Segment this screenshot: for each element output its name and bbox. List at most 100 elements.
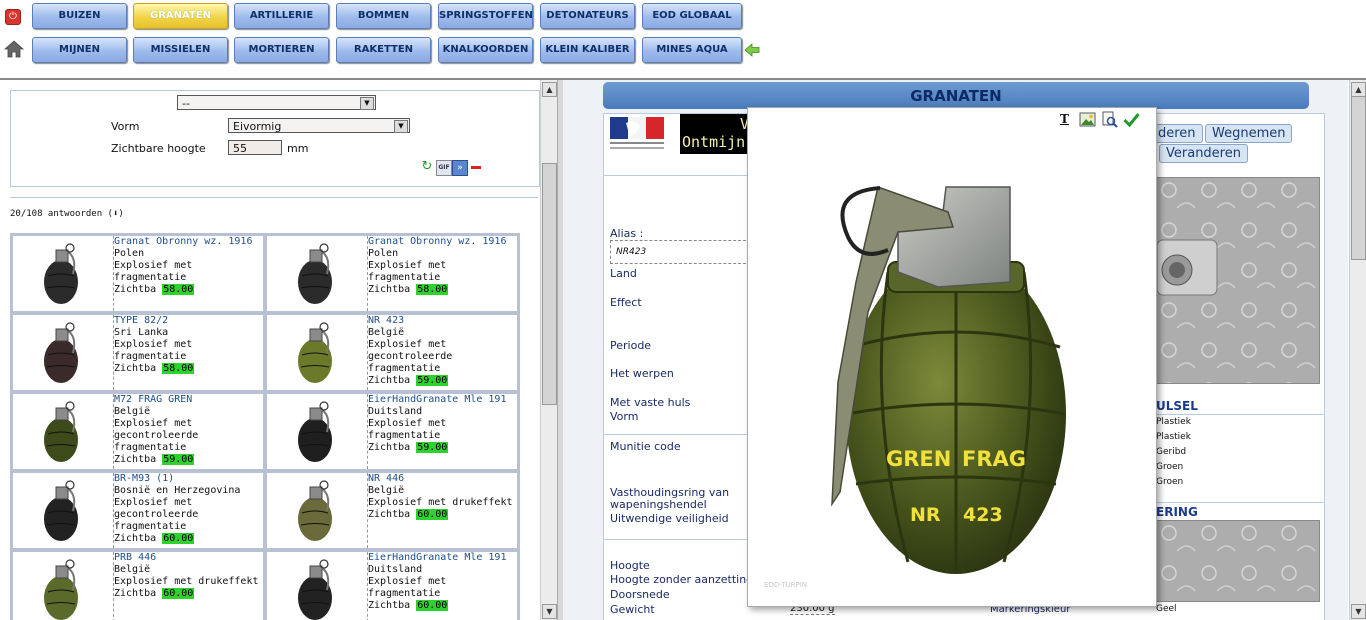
result-card[interactable]: TYPE 82/2 Sri Lanka Explosief met fragmenta… — [10, 312, 266, 393]
grenade-effect-line2: gecontroleerde — [368, 351, 453, 362]
detail-label: Doorsnede — [610, 588, 670, 601]
height-value: 58.00 — [162, 363, 195, 374]
grenade-thumbnail[interactable] — [269, 317, 365, 387]
detail-label: Uitwendige veiligheid — [610, 512, 729, 525]
grenade-thumbnail[interactable] — [269, 238, 365, 308]
grenade-height: Zichtba 58.00 — [114, 284, 263, 296]
nav-button-detonateurs[interactable]: DETONATEURS — [540, 3, 635, 29]
right-scrollbar[interactable]: ▲ ▼ — [1349, 80, 1366, 620]
grenade-thumbnail[interactable] — [269, 396, 365, 466]
category-select-value: -- — [182, 97, 190, 110]
chevron-down-icon: ▼ — [394, 120, 408, 133]
height-value: 60.00 — [162, 588, 195, 599]
grenade-name-link[interactable]: EierHandGranate Mle 191 — [368, 552, 517, 564]
nav-button-buizen[interactable]: BUIZEN — [32, 3, 127, 29]
remove-button[interactable]: Wegnemen — [1205, 124, 1293, 143]
nav-button-eod-globaal[interactable]: EOD GLOBAAL — [642, 3, 742, 29]
nav-button-springstoffen[interactable]: SPRINGSTOFFEN — [438, 3, 533, 29]
result-card[interactable]: Granat Obronny wz. 1916 Polen Explosief me… — [264, 233, 520, 314]
nav-button-bommen[interactable]: BOMMEN — [336, 3, 431, 29]
grenade-height: Zichtba 60.00 — [114, 533, 263, 545]
scroll-thumb[interactable] — [1351, 96, 1366, 260]
card-text: PRB 446 België Explosief met drukeffekt Zic… — [114, 552, 263, 600]
zichtbare-hoogte-input[interactable]: 55 — [228, 140, 282, 155]
detail-label: Hoogte zonder aanzetting — [610, 573, 754, 586]
card-text: EierHandGranate Mle 191 Duitsland Explosie… — [368, 552, 517, 612]
nav-button-mijnen[interactable]: MIJNEN — [32, 37, 127, 63]
grenade-name-link[interactable]: Granat Obronny wz. 1916 — [114, 236, 263, 248]
grenade-name-link[interactable]: EierHandGranate Mle 191 — [368, 394, 517, 406]
scroll-up-icon[interactable]: ▲ — [542, 82, 557, 97]
grenade-effect-line3: fragmentatie — [114, 442, 187, 453]
scroll-thumb[interactable] — [542, 163, 557, 405]
nav-button-knalkoorden[interactable]: KNALKOORDEN — [438, 37, 533, 63]
grenade-country: Sri Lanka — [114, 327, 169, 338]
grenade-name-link[interactable]: TYPE 82/2 — [114, 315, 263, 327]
alias-value: NR423 — [616, 247, 647, 257]
grenade-name-link[interactable]: NR 446 — [368, 473, 517, 485]
filter-panel: -- ▼ Vorm Eivormig ▼ Zichtbare hoogte 55… — [10, 90, 540, 187]
result-card[interactable]: EierHandGranate Mle 191 Duitsland Explosie… — [264, 391, 520, 472]
grenade-thumbnail[interactable] — [15, 554, 111, 620]
filter-divider — [10, 197, 538, 198]
result-card[interactable]: Granat Obronny wz. 1916 Polen Explosief me… — [10, 233, 266, 314]
grenade-height: Zichtba 59.00 — [368, 442, 517, 454]
image-icon[interactable] — [1079, 111, 1096, 128]
category-select[interactable]: -- ▼ — [177, 95, 376, 110]
grenade-name-link[interactable]: PRB 446 — [114, 552, 263, 564]
grenade-name-link[interactable]: NR 423 — [368, 315, 517, 327]
detail-label: wapeningshendel — [610, 498, 707, 511]
gif-export-icon[interactable]: GIF — [436, 160, 452, 176]
left-scrollbar[interactable]: ▲ ▼ — [540, 80, 557, 620]
grenade-height: Zichtba 59.00 — [368, 375, 517, 387]
vorm-select[interactable]: Eivormig ▼ — [228, 118, 410, 133]
grenade-thumbnail[interactable] — [15, 238, 111, 308]
grenade-name-link[interactable]: Granat Obronny wz. 1916 — [368, 236, 517, 248]
refresh-icon[interactable]: ↻ — [420, 160, 434, 174]
text-icon[interactable]: T — [1056, 111, 1073, 128]
nav-button-granaten[interactable]: GRANATEN — [133, 3, 228, 29]
scroll-down-icon[interactable]: ▼ — [1351, 604, 1366, 619]
grenade-thumbnail[interactable] — [269, 554, 365, 620]
result-card[interactable]: PRB 446 België Explosief met drukeffekt Zic… — [10, 549, 266, 620]
nav-button-raketten[interactable]: RAKETTEN — [336, 37, 431, 63]
result-card[interactable]: M72 FRAG GREN België Explosief met gecontro… — [10, 391, 266, 472]
detail-divider — [604, 539, 754, 540]
grenade-thumbnail[interactable] — [15, 317, 111, 387]
grenade-thumbnail[interactable] — [15, 475, 111, 545]
grenade-height: Zichtba 60.00 — [368, 600, 517, 612]
minus-icon[interactable] — [471, 166, 481, 169]
print-preview-icon[interactable] — [1101, 111, 1118, 128]
grenade-effect: Explosief met — [368, 339, 447, 350]
nav-button-missielen[interactable]: MISSIELEN — [133, 37, 228, 63]
forward-icon[interactable]: » — [452, 160, 468, 176]
scroll-up-icon[interactable]: ▲ — [1351, 82, 1366, 97]
grenade-thumbnail[interactable] — [269, 475, 365, 545]
change-button[interactable]: Veranderen — [1159, 144, 1248, 163]
checkmark-icon[interactable] — [1123, 111, 1140, 128]
nav-button-mines-aqua[interactable]: MINES AQUA — [642, 37, 742, 63]
nav-button-klein-kaliber[interactable]: KLEIN KALIBER — [540, 37, 635, 63]
back-arrow-icon[interactable] — [744, 42, 760, 58]
nav-button-mortieren[interactable]: MORTIEREN — [234, 37, 329, 63]
grenade-thumbnail[interactable] — [15, 396, 111, 466]
detail-label: Vorm — [610, 410, 639, 423]
modify-button-partial[interactable]: deren — [1152, 124, 1203, 143]
grenade-name-link[interactable]: M72 FRAG GREN — [114, 394, 263, 406]
home-icon[interactable] — [3, 40, 25, 58]
vorm-label: Vorm — [111, 120, 140, 133]
power-icon[interactable]: ⏻ — [5, 9, 21, 25]
height-label: Zichtba — [114, 284, 157, 295]
result-card[interactable]: NR 446 België Explosief met drukeffekt Zich… — [264, 470, 520, 551]
scroll-down-icon[interactable]: ▼ — [542, 604, 557, 619]
result-card[interactable]: EierHandGranate Mle 191 Duitsland Explosie… — [264, 549, 520, 620]
result-card[interactable]: NR 423 België Explosief met gecontroleerde f… — [264, 312, 520, 393]
omhulsel-value: Geribd — [1156, 447, 1187, 457]
result-count: 20/108 antwoorden (⬇) — [10, 209, 124, 219]
hoogte-unit-label: mm — [287, 142, 309, 155]
grenade-height: Zichtba 58.00 — [114, 363, 263, 375]
vorm-select-value: Eivormig — [233, 120, 282, 133]
nav-button-artillerie[interactable]: ARTILLERIE — [234, 3, 329, 29]
grenade-name-link[interactable]: BR-M93 (1) — [114, 473, 263, 485]
result-card[interactable]: BR-M93 (1) Bosnië en Herzegovina Explosief… — [10, 470, 266, 551]
